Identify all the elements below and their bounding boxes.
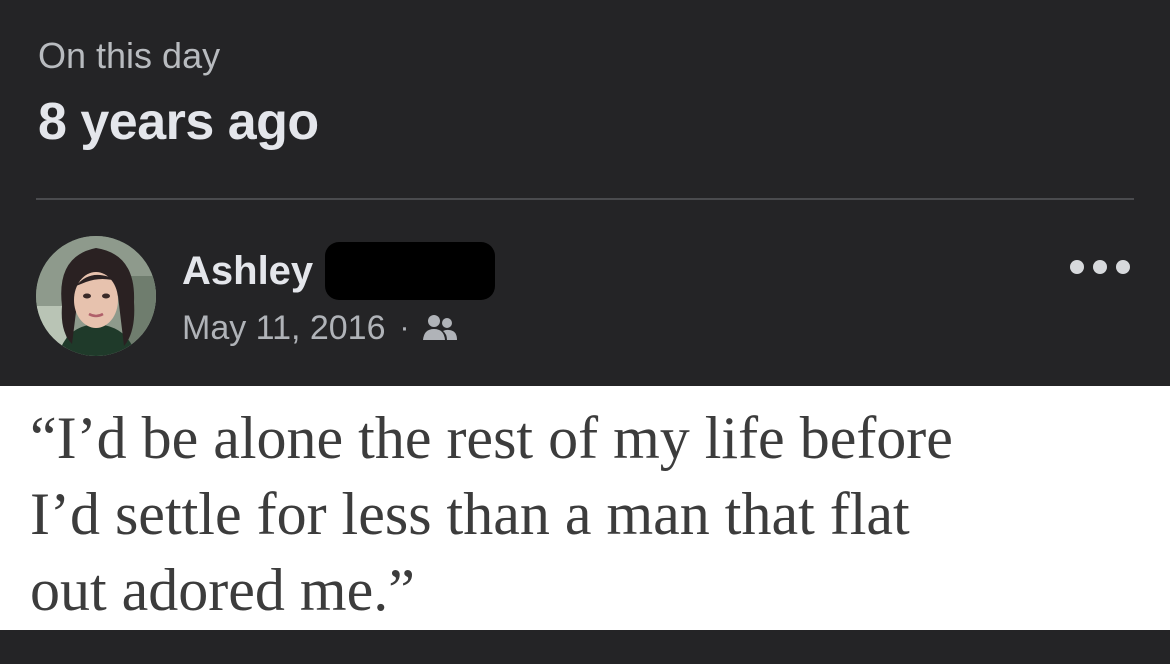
- memory-header: On this day 8 years ago: [38, 34, 319, 152]
- quote-line: I’d settle for less than a man that flat: [30, 481, 910, 547]
- avatar[interactable]: [36, 236, 156, 356]
- author-name[interactable]: Ashley: [182, 240, 313, 302]
- quote-line: “I’d be alone the rest of my life before: [30, 405, 953, 471]
- avatar-image: [36, 236, 156, 356]
- memory-title: 8 years ago: [38, 93, 319, 151]
- more-dot: [1116, 260, 1130, 274]
- divider: [36, 198, 1134, 200]
- redacted-last-name: [325, 242, 496, 300]
- memory-card: On this day 8 years ago Ashley May 11, 2…: [0, 0, 1170, 664]
- author-row: Ashley: [182, 240, 496, 302]
- post-date[interactable]: May 11, 2016: [182, 306, 386, 350]
- meta-separator: ·: [399, 311, 410, 344]
- more-dot: [1093, 260, 1107, 274]
- quote-line: out adored me.”: [30, 557, 415, 623]
- post-meta: May 11, 2016 ·: [182, 306, 458, 350]
- more-options-icon[interactable]: [1070, 250, 1130, 284]
- quote-image[interactable]: “I’d be alone the rest of my life before…: [0, 386, 1170, 630]
- friends-icon[interactable]: [422, 313, 458, 343]
- more-dot: [1070, 260, 1084, 274]
- memory-label: On this day: [38, 35, 221, 76]
- post-header: Ashley May 11, 2016 ·: [36, 236, 1134, 356]
